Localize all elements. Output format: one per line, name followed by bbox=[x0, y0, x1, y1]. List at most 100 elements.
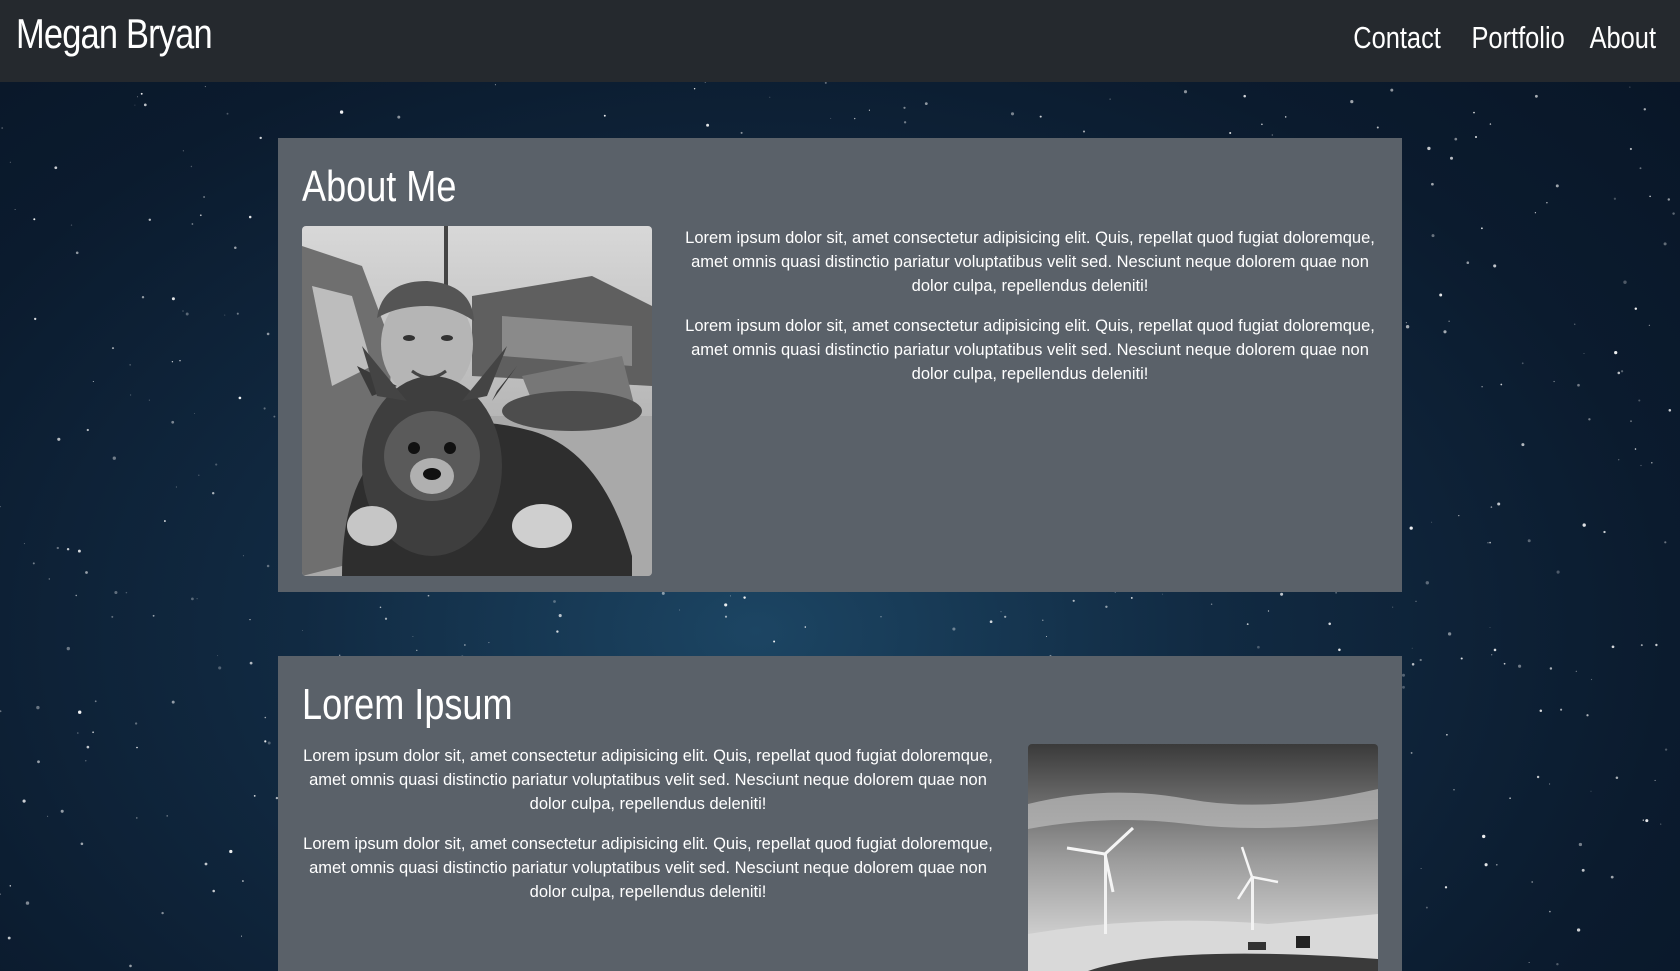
star bbox=[22, 799, 26, 803]
star bbox=[1487, 542, 1489, 544]
star bbox=[1328, 622, 1331, 626]
star bbox=[1617, 371, 1621, 375]
star bbox=[166, 815, 168, 817]
lorem-ipsum-section: Lorem Ipsum Lorem ipsum dolor sit, amet … bbox=[278, 656, 1402, 971]
star bbox=[1649, 195, 1651, 198]
star bbox=[70, 224, 73, 226]
star bbox=[242, 555, 244, 557]
star bbox=[1425, 581, 1429, 585]
star bbox=[125, 591, 128, 594]
star bbox=[264, 716, 267, 719]
star bbox=[1611, 645, 1615, 649]
star bbox=[1419, 658, 1422, 662]
star bbox=[1639, 167, 1642, 170]
star bbox=[134, 722, 138, 725]
star bbox=[1655, 643, 1658, 647]
star bbox=[1509, 797, 1511, 800]
star bbox=[1578, 842, 1583, 847]
star bbox=[1615, 776, 1619, 779]
star bbox=[9, 885, 12, 887]
star bbox=[66, 646, 70, 651]
nav-links: Contact Portfolio About bbox=[1340, 20, 1656, 56]
star bbox=[924, 102, 928, 105]
star bbox=[148, 399, 150, 401]
star bbox=[234, 246, 237, 249]
star bbox=[1663, 242, 1667, 246]
star bbox=[249, 661, 253, 665]
star bbox=[769, 96, 771, 98]
nav-link-portfolio[interactable]: Portfolio bbox=[1472, 20, 1565, 56]
star bbox=[1427, 146, 1431, 151]
star bbox=[1668, 409, 1672, 412]
star bbox=[226, 112, 229, 115]
star bbox=[1549, 667, 1553, 670]
star bbox=[194, 413, 195, 414]
star bbox=[1534, 212, 1537, 214]
star bbox=[36, 705, 40, 710]
star bbox=[175, 486, 177, 488]
star bbox=[163, 520, 166, 522]
star bbox=[464, 644, 466, 646]
star bbox=[179, 359, 181, 362]
star bbox=[824, 81, 827, 84]
star bbox=[724, 615, 728, 618]
star bbox=[47, 815, 49, 817]
star bbox=[148, 218, 152, 222]
star bbox=[54, 166, 58, 170]
star bbox=[1409, 526, 1413, 530]
star bbox=[92, 381, 94, 382]
star bbox=[1630, 420, 1632, 423]
lorem-ipsum-title: Lorem Ipsum bbox=[302, 680, 513, 729]
star bbox=[1161, 593, 1163, 595]
star bbox=[1629, 86, 1631, 88]
star bbox=[171, 297, 175, 301]
star bbox=[1500, 383, 1503, 386]
star bbox=[1010, 112, 1015, 116]
star bbox=[1410, 751, 1413, 754]
star bbox=[1527, 539, 1531, 543]
star bbox=[1586, 714, 1589, 717]
star bbox=[1473, 111, 1475, 114]
star bbox=[1575, 670, 1577, 672]
star bbox=[1482, 834, 1486, 839]
star bbox=[199, 214, 202, 217]
star bbox=[880, 616, 882, 618]
star bbox=[553, 600, 556, 603]
star bbox=[143, 103, 147, 107]
star bbox=[9, 161, 11, 163]
star bbox=[1654, 779, 1656, 781]
star bbox=[1546, 201, 1548, 204]
star bbox=[1497, 502, 1501, 506]
star bbox=[1555, 184, 1559, 188]
star bbox=[1042, 619, 1044, 621]
star bbox=[1613, 197, 1617, 200]
nav-link-contact[interactable]: Contact bbox=[1354, 20, 1442, 56]
nav-link-about[interactable]: About bbox=[1590, 20, 1656, 56]
star bbox=[263, 407, 266, 410]
star bbox=[140, 92, 143, 95]
star bbox=[75, 594, 77, 597]
star bbox=[1556, 962, 1559, 966]
star bbox=[85, 760, 87, 762]
star bbox=[693, 88, 696, 90]
star bbox=[1620, 370, 1624, 373]
brand-name[interactable]: Megan Bryan bbox=[16, 10, 213, 58]
star bbox=[0, 893, 1, 895]
star bbox=[236, 312, 239, 315]
star bbox=[0, 506, 1, 508]
star bbox=[1350, 100, 1354, 104]
star bbox=[266, 564, 270, 568]
star bbox=[196, 598, 198, 600]
star bbox=[1503, 662, 1506, 665]
star bbox=[171, 420, 175, 424]
star bbox=[238, 396, 242, 400]
star bbox=[86, 428, 89, 432]
star bbox=[494, 84, 496, 86]
star bbox=[1246, 623, 1249, 625]
lorem-paragraph-2: Lorem ipsum dolor sit, amet consectetur … bbox=[303, 835, 993, 901]
star bbox=[57, 437, 61, 441]
star bbox=[724, 603, 728, 607]
star bbox=[679, 609, 681, 611]
star bbox=[1576, 928, 1581, 932]
star bbox=[1490, 506, 1493, 508]
